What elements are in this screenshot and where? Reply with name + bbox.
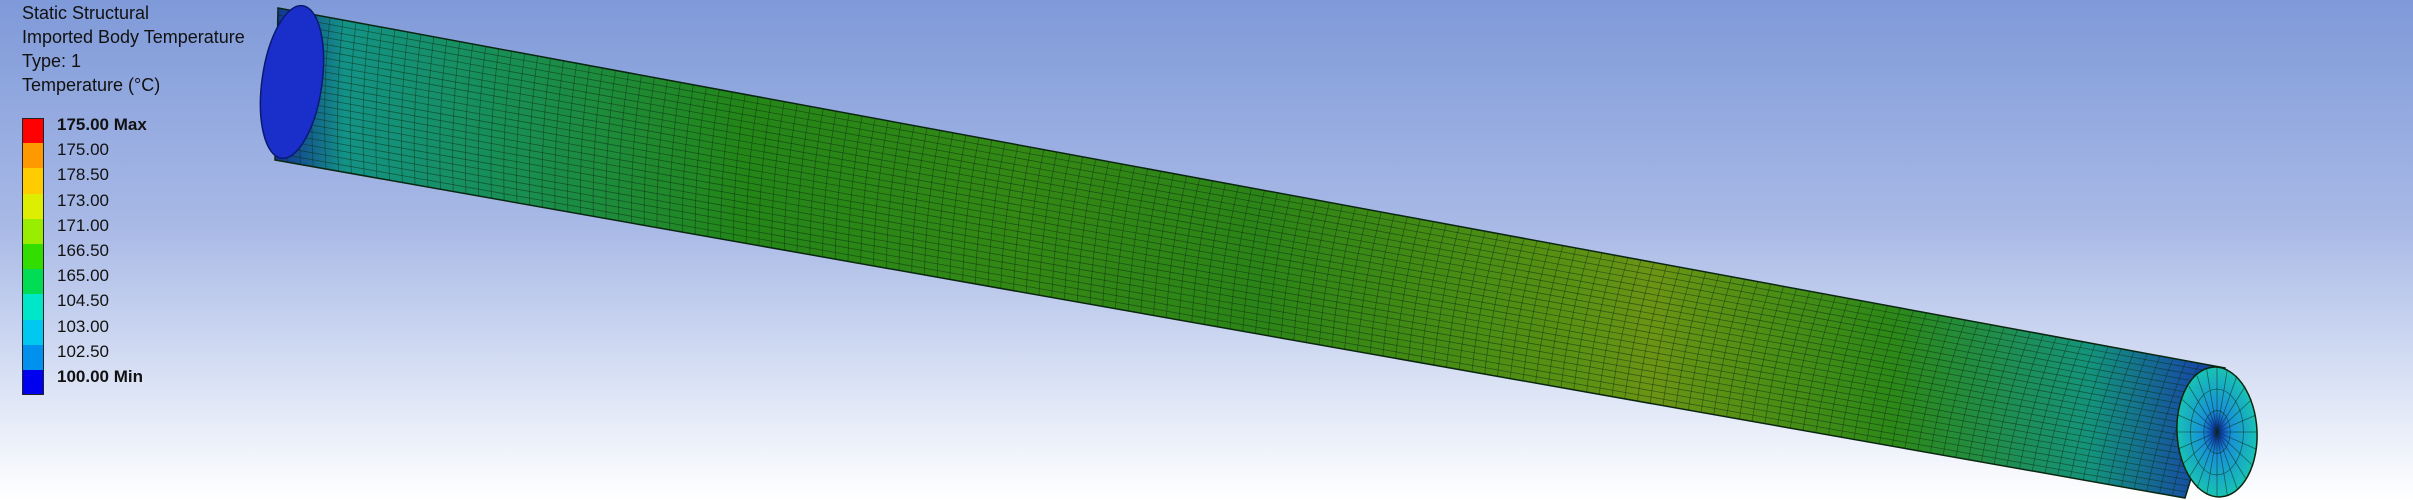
mesh-line — [276, 83, 2206, 434]
cylinder-shading — [275, 8, 2225, 498]
mesh-line — [277, 42, 2216, 398]
mesh-line — [275, 131, 2193, 475]
mesh-line — [275, 111, 2198, 458]
mesh-line — [277, 49, 2215, 404]
model-viewport[interactable] — [0, 0, 2413, 500]
mesh-line — [276, 97, 2202, 446]
mesh-line — [276, 76, 2207, 428]
mesh-line — [276, 104, 2200, 452]
mesh-line — [275, 118, 2196, 463]
mesh-line — [276, 90, 2204, 440]
mesh-line — [276, 69, 2209, 422]
mesh-line — [276, 62, 2211, 416]
mesh-line — [275, 125, 2195, 469]
mesh-line — [276, 55, 2213, 410]
mesh-line — [277, 35, 2218, 393]
cylinder-body[interactable] — [274, 7, 2226, 499]
